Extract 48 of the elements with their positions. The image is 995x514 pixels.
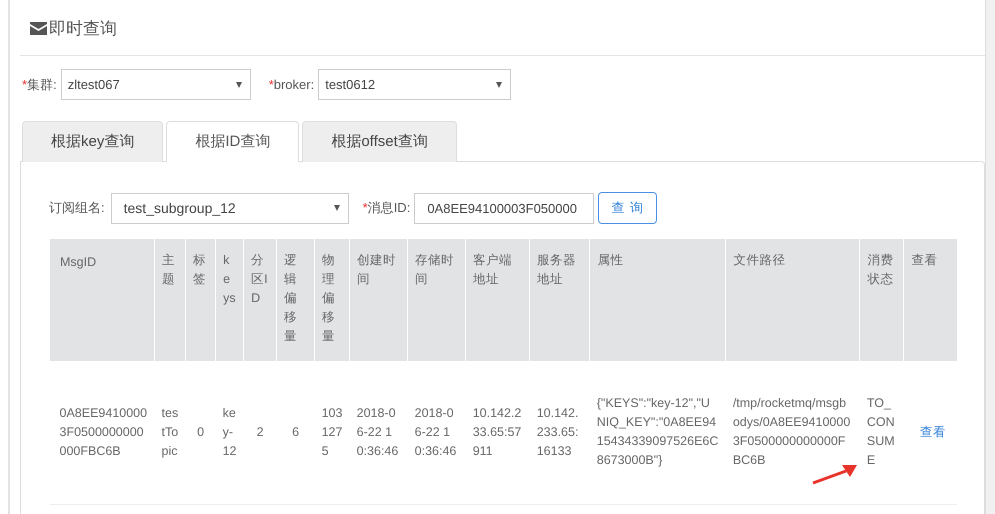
column-header: 分区ID bbox=[244, 239, 277, 361]
query-button[interactable]: 查 询 bbox=[598, 192, 657, 224]
page-title: 即时查询 bbox=[49, 18, 117, 40]
column-header: 查看 bbox=[904, 239, 957, 361]
column-header: 物理偏移量 bbox=[314, 239, 350, 361]
table-cell: 2018-06-22 10:36:46 bbox=[408, 361, 466, 504]
annotation-arrow bbox=[812, 463, 858, 485]
tab[interactable]: 根据offset查询 bbox=[302, 121, 457, 162]
table-cell: 10.142.233.65:16133 bbox=[530, 361, 590, 504]
column-header: 客户端地址 bbox=[466, 239, 530, 361]
table-cell: 0A8EE94100003F0500000000000FBC6B bbox=[50, 361, 155, 504]
table-cell: 0 bbox=[186, 361, 216, 504]
input-field[interactable]: 0A8EE94100003F050000 bbox=[414, 192, 594, 224]
field-label: *消息ID: bbox=[362, 199, 410, 218]
table-cell: 10.142.233.65:57911 bbox=[466, 361, 530, 504]
column-header: 创建时间 bbox=[350, 239, 408, 361]
table-cell: 6 bbox=[276, 361, 315, 504]
select-field[interactable]: test0612 bbox=[318, 69, 512, 100]
table-cell: TO_CONSUME bbox=[860, 361, 904, 504]
column-header: 标签 bbox=[186, 239, 216, 361]
column-header: 文件路径 bbox=[726, 239, 860, 361]
select-field[interactable]: test_subgroup_12 bbox=[110, 192, 349, 224]
table-cell: key-12 bbox=[216, 361, 244, 504]
column-header: 逻辑偏移量 bbox=[276, 239, 315, 361]
field-label: *broker: bbox=[268, 76, 314, 94]
scrollbar[interactable] bbox=[985, 0, 995, 514]
column-header: 存储时间 bbox=[408, 239, 466, 361]
column-header: 消费状态 bbox=[860, 239, 904, 361]
column-header: 主题 bbox=[154, 239, 186, 361]
column-header: keys bbox=[216, 239, 244, 361]
column-header: 服务器地址 bbox=[530, 239, 590, 361]
field-label: 订阅组名: bbox=[49, 199, 105, 218]
tab[interactable]: 根据key查询 bbox=[22, 121, 164, 162]
caret-icon bbox=[236, 82, 242, 88]
field-label: *集群: bbox=[22, 76, 57, 94]
tab[interactable]: 根据ID查询 bbox=[166, 121, 300, 162]
table-cell: 1031275 bbox=[314, 361, 350, 504]
caret-icon bbox=[496, 82, 502, 88]
table-cell: {"KEYS":"key-12","UNIQ_KEY":"0A8EE9415434339097526E6C8673000B"} bbox=[590, 361, 726, 504]
envelope-icon bbox=[30, 22, 47, 35]
caret-icon bbox=[334, 205, 340, 211]
table-cell: testTopic bbox=[154, 361, 186, 504]
select-field[interactable]: zltest067 bbox=[60, 69, 251, 100]
table-cell: 2018-06-22 10:36:46 bbox=[350, 361, 408, 504]
column-header: 属性 bbox=[590, 239, 726, 361]
view-link[interactable]: 查看 bbox=[920, 424, 946, 439]
table-cell: 2 bbox=[244, 361, 277, 504]
column-header: MsgID bbox=[50, 239, 155, 361]
